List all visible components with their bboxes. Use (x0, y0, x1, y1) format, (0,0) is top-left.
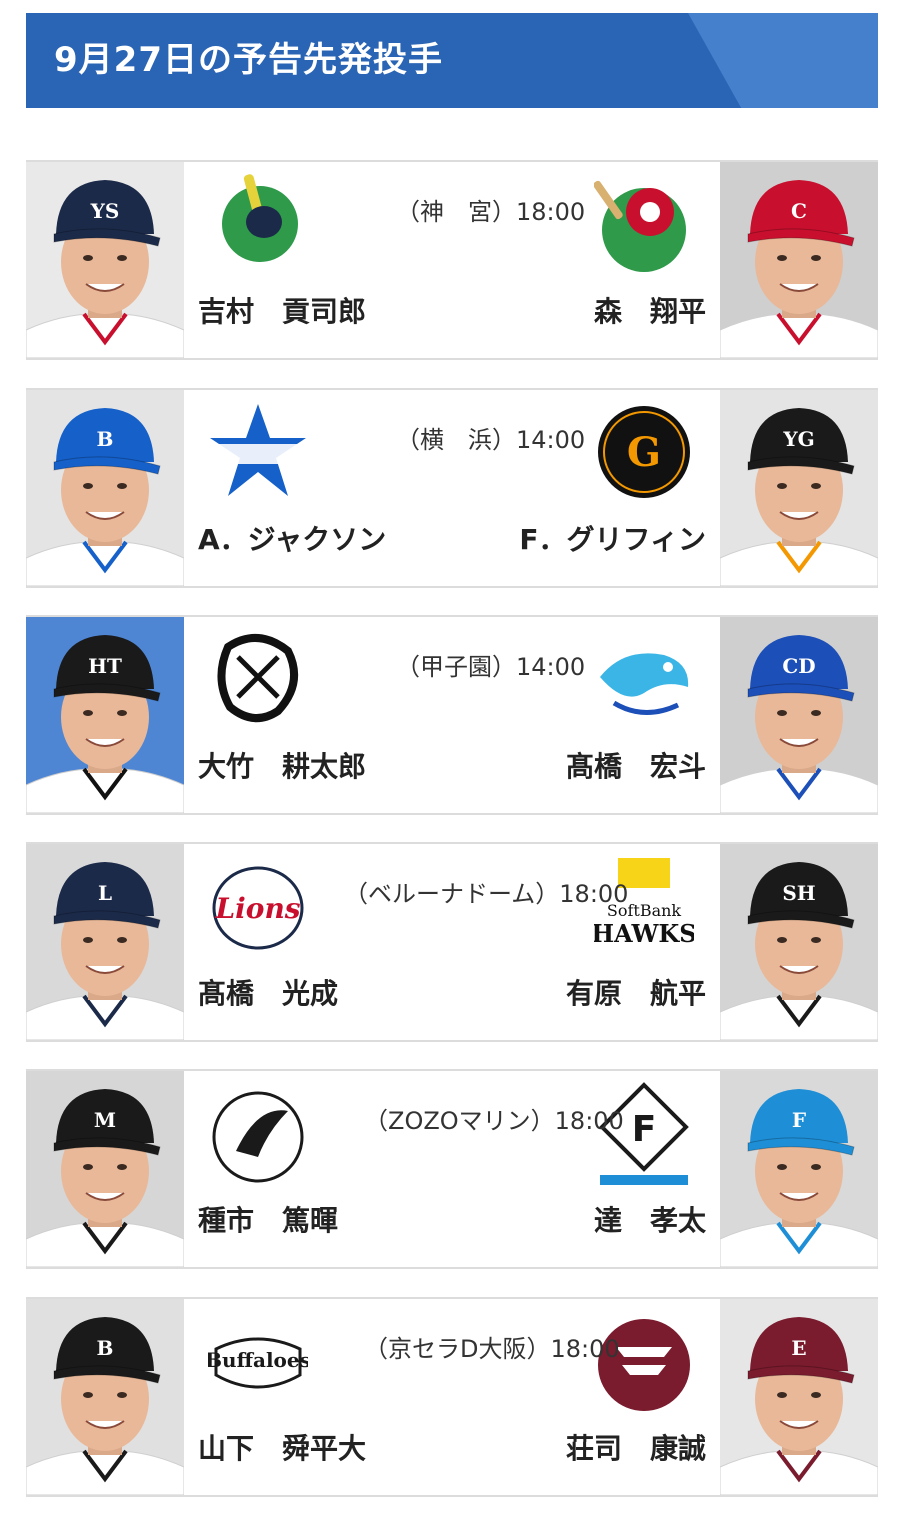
game-card[interactable]: YS C （神 宮）18:00 吉村 貢司郎 森 翔平 (26, 160, 878, 360)
home-pitcher-name[interactable]: 髙橋 光成 (198, 972, 338, 1012)
away-pitcher-photo: SH (720, 844, 878, 1040)
venue-time: （甲子園）14:00 (396, 653, 586, 681)
svg-text:M: M (94, 1108, 116, 1132)
lions-logo: Lions (208, 854, 308, 962)
home-pitcher-name[interactable]: 大竹 耕太郎 (198, 745, 366, 785)
home-pitcher-name[interactable]: 山下 舜平大 (198, 1427, 366, 1467)
svg-text:HT: HT (88, 654, 122, 678)
svg-text:L: L (98, 881, 112, 905)
home-pitcher-photo: L (26, 844, 184, 1040)
home-pitcher-photo: YS (26, 162, 184, 358)
svg-text:HAWKS: HAWKS (594, 919, 694, 948)
marines-logo (208, 1081, 308, 1189)
svg-text:Buffaloes: Buffaloes (208, 1348, 308, 1372)
home-pitcher-name[interactable]: 種市 篤暉 (198, 1199, 338, 1239)
swallows-logo (208, 172, 308, 280)
venue-time: （ZOZOマリン）18:00 (364, 1107, 624, 1135)
svg-text:C: C (791, 199, 807, 223)
baystars-logo (208, 400, 308, 508)
svg-text:F: F (792, 1108, 806, 1132)
header-accent-stripe (688, 13, 878, 108)
svg-text:F: F (632, 1109, 657, 1150)
svg-text:Lions: Lions (214, 892, 300, 925)
svg-text:YS: YS (90, 199, 120, 223)
away-pitcher-photo: YG (720, 390, 878, 586)
away-pitcher-name[interactable]: 髙橋 宏斗 (566, 745, 706, 785)
venue-time: （京セラD大阪）18:00 (364, 1335, 620, 1363)
home-pitcher-name[interactable]: 吉村 貢司郎 (198, 290, 366, 330)
dragons-logo (594, 627, 694, 735)
away-pitcher-name[interactable]: 有原 航平 (566, 972, 706, 1012)
venue-time: （神 宮）18:00 (396, 198, 586, 226)
svg-text:B: B (97, 427, 114, 451)
venue-time: （横 浜）14:00 (396, 426, 586, 454)
svg-text:B: B (97, 1336, 114, 1360)
away-pitcher-photo: F (720, 1071, 878, 1267)
buffaloes-logo: Buffaloes (208, 1309, 308, 1417)
away-pitcher-name[interactable]: 森 翔平 (594, 290, 706, 330)
away-pitcher-name[interactable]: F．グリフィン (519, 518, 706, 558)
home-pitcher-name[interactable]: A．ジャクソン (198, 518, 386, 558)
game-card[interactable]: B E Buffaloes （京セラD大阪）18:00 山下 舜平大 荘司 康誠 (26, 1297, 878, 1497)
giants-logo: G (594, 400, 694, 508)
away-pitcher-name[interactable]: 荘司 康誠 (566, 1427, 706, 1467)
home-pitcher-photo: B (26, 1299, 184, 1495)
svg-text:SH: SH (782, 881, 815, 905)
page-header: 9月27日の予告先発投手 (26, 13, 878, 108)
away-pitcher-name[interactable]: 達 孝太 (594, 1199, 706, 1239)
page-title: 9月27日の予告先発投手 (54, 40, 443, 80)
away-pitcher-photo: E (720, 1299, 878, 1495)
svg-text:E: E (791, 1336, 806, 1360)
game-card[interactable]: B YG G （横 浜）14:00 A．ジャクソン F．グリフィン (26, 388, 878, 588)
svg-text:YG: YG (782, 427, 814, 451)
tigers-logo (208, 627, 308, 735)
home-pitcher-photo: HT (26, 617, 184, 813)
game-card[interactable]: HT CD （甲子園）14:00 大竹 耕太郎 髙橋 宏斗 (26, 615, 878, 815)
carp-logo (594, 172, 694, 280)
home-pitcher-photo: B (26, 390, 184, 586)
game-card[interactable]: L SH Lions SoftBank HAWKS （ベルーナドーム）18:00 髙橋 光成… (26, 842, 878, 1042)
svg-text:G: G (627, 429, 661, 476)
game-card[interactable]: M F F （ZOZOマリン）18:00 種市 篤暉 達 孝太 (26, 1069, 878, 1269)
away-pitcher-photo: CD (720, 617, 878, 813)
home-pitcher-photo: M (26, 1071, 184, 1267)
away-pitcher-photo: C (720, 162, 878, 358)
svg-text:CD: CD (782, 654, 815, 678)
venue-time: （ベルーナドーム）18:00 (344, 880, 629, 908)
